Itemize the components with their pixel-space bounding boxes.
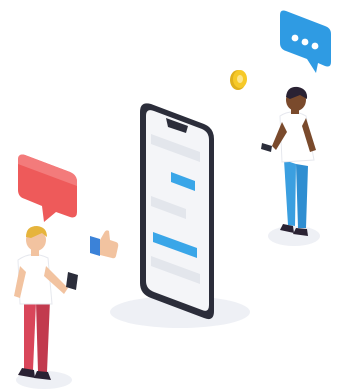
person-right-shadow	[268, 226, 320, 246]
chat-bubble-typing-icon	[280, 10, 331, 73]
chat-bubble-icon	[18, 154, 77, 222]
coin-icon	[230, 70, 247, 90]
person-right	[261, 86, 316, 236]
smartphone-icon	[140, 103, 214, 320]
illustration-canvas	[14, 10, 331, 389]
person-left	[14, 226, 78, 380]
thumbs-up-icon	[90, 230, 119, 259]
messaging-illustration	[0, 0, 337, 391]
